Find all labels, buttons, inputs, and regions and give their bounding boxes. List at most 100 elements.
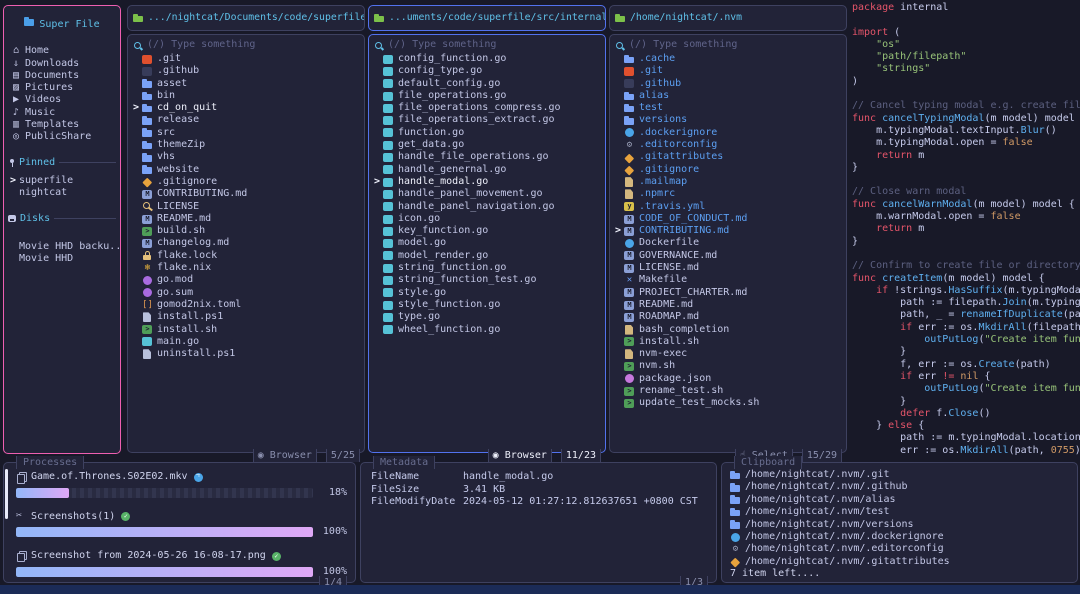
file-row[interactable]: vhs [133,151,364,163]
metadata-list: FileNamehandle_modal.goFileSize3.41 KBFi… [371,471,708,509]
file-name: go.sum [157,287,193,299]
file-row[interactable]: file_operations_compress.go [374,102,605,114]
file-row[interactable]: bin [133,90,364,102]
clipboard-item[interactable]: /home/nightcat/.nvm/.git [730,469,1071,481]
file-row[interactable]: wheel_function.go [374,324,605,336]
file-row[interactable]: themeZip [133,139,364,151]
file-row[interactable]: >install.sh [615,336,846,348]
file-row[interactable]: .mailmap [615,176,846,188]
file-row[interactable]: Mchangelog.md [133,237,364,249]
file-row[interactable]: versions [615,114,846,126]
search-input[interactable]: (/) Type something [374,39,605,52]
file-row[interactable]: MCONTRIBUTING.md [133,188,364,200]
file-row[interactable]: function.go [374,127,605,139]
file-row[interactable]: asset [133,78,364,90]
file-row[interactable]: MGOVERNANCE.md [615,250,846,262]
file-row[interactable]: style_function.go [374,299,605,311]
file-row[interactable]: .npmrc [615,188,846,200]
file-row[interactable]: test [615,102,846,114]
file-row[interactable]: nvm-exec [615,348,846,360]
file-row[interactable]: file_operations_extract.go [374,114,605,126]
file-row[interactable]: LICENSE [133,201,364,213]
file-row[interactable]: .git [615,65,846,77]
file-row[interactable]: uninstall.ps1 [133,348,364,360]
file-row[interactable]: icon.go [374,213,605,225]
file-row[interactable]: .gitignore [615,164,846,176]
process-item[interactable]: Screenshot from 2024-05-26 16-08-17.png✓… [16,550,347,578]
file-row[interactable]: MROADMAP.md [615,311,846,323]
clipboard-item[interactable]: /home/nightcat/.nvm/.gitattributes [730,556,1071,568]
file-row[interactable]: flake.lock [133,250,364,262]
clipboard-item[interactable]: /home/nightcat/.nvm/alias [730,494,1071,506]
file-row[interactable]: get_data.go [374,139,605,151]
file-row[interactable]: alias [615,90,846,102]
clipboard-item[interactable]: /home/nightcat/.nvm/.dockerignore [730,531,1071,543]
file-row[interactable]: .git [133,53,364,65]
file-row[interactable]: >install.sh [133,324,364,336]
file-row[interactable]: package.json [615,373,846,385]
file-row[interactable]: main.go [133,336,364,348]
file-row[interactable]: .github [615,78,846,90]
file-row[interactable]: .dockerignore [615,127,846,139]
file-row[interactable]: config_function.go [374,53,605,65]
file-row[interactable]: file_operations.go [374,90,605,102]
clipboard-item[interactable]: /home/nightcat/.nvm/test [730,506,1071,518]
file-row[interactable]: config_type.go [374,65,605,77]
file-row[interactable]: >update_test_mocks.sh [615,397,846,409]
search-input[interactable]: (/) Type something [133,39,364,52]
file-row[interactable]: install.ps1 [133,311,364,323]
file-row[interactable]: handle_genernal.go [374,164,605,176]
file-row[interactable]: type.go [374,311,605,323]
clipboard-item-icon [730,470,741,481]
file-row[interactable]: string_function_test.go [374,274,605,286]
file-row[interactable]: MLICENSE.md [615,262,846,274]
file-row[interactable]: .cache [615,53,846,65]
file-row[interactable]: Dockerfile [615,237,846,249]
file-row[interactable]: ⚙.editorconfig [615,139,846,151]
file-row[interactable]: handle_file_operations.go [374,151,605,163]
file-icon [383,324,394,335]
progress-fill [16,488,69,498]
file-row[interactable]: ❄flake.nix [133,262,364,274]
file-row[interactable]: .github [133,65,364,77]
file-row[interactable]: src [133,127,364,139]
file-row[interactable]: MREADME.md [615,299,846,311]
process-item[interactable]: Game.of.Thrones.S02E02.mkv⠙ 18% [16,471,347,499]
clipboard-item[interactable]: /home/nightcat/.nvm/.github [730,481,1071,493]
clipboard-item-path: /home/nightcat/.nvm/.gitattributes [745,556,950,568]
file-row[interactable]: key_function.go [374,225,605,237]
file-row[interactable]: >build.sh [133,225,364,237]
search-input[interactable]: (/) Type something [615,39,846,52]
file-row[interactable]: style.go [374,287,605,299]
file-row[interactable]: .gitattributes [615,151,846,163]
file-row[interactable]: []gomod2nix.toml [133,299,364,311]
file-row[interactable]: go.mod [133,274,364,286]
file-row[interactable]: handle_panel_navigation.go [374,201,605,213]
clipboard-item[interactable]: /home/nightcat/.nvm/versions [730,519,1071,531]
panel-body: (/) Type something .git.githubassetbin>c… [127,34,365,453]
clipboard-item[interactable]: ⚙/home/nightcat/.nvm/.editorconfig [730,543,1071,555]
file-name: nvm.sh [639,360,675,372]
file-row[interactable]: default_config.go [374,78,605,90]
file-row[interactable]: handle_panel_movement.go [374,188,605,200]
file-row[interactable]: release [133,114,364,126]
file-row[interactable]: bash_completion [615,324,846,336]
file-row[interactable]: website [133,164,364,176]
file-row[interactable]: MREADME.md [133,213,364,225]
file-row[interactable]: >rename_test.sh [615,385,846,397]
file-row[interactable]: model.go [374,237,605,249]
scrollbar[interactable] [5,469,8,519]
file-row[interactable]: .gitignore [133,176,364,188]
file-row[interactable]: MPROJECT_CHARTER.md [615,287,846,299]
file-row[interactable]: >handle_modal.go [374,176,605,188]
file-row[interactable]: MCODE_OF_CONDUCT.md [615,213,846,225]
file-row[interactable]: >MCONTRIBUTING.md [615,225,846,237]
file-row[interactable]: y.travis.yml [615,201,846,213]
file-row[interactable]: ✕Makefile [615,274,846,286]
file-row[interactable]: >nvm.sh [615,360,846,372]
file-row[interactable]: go.sum [133,287,364,299]
file-row[interactable]: model_render.go [374,250,605,262]
file-row[interactable]: string_function.go [374,262,605,274]
file-row[interactable]: >cd_on_quit [133,102,364,114]
process-item[interactable]: ✂Screenshots(1)✓ 100% [16,510,347,538]
